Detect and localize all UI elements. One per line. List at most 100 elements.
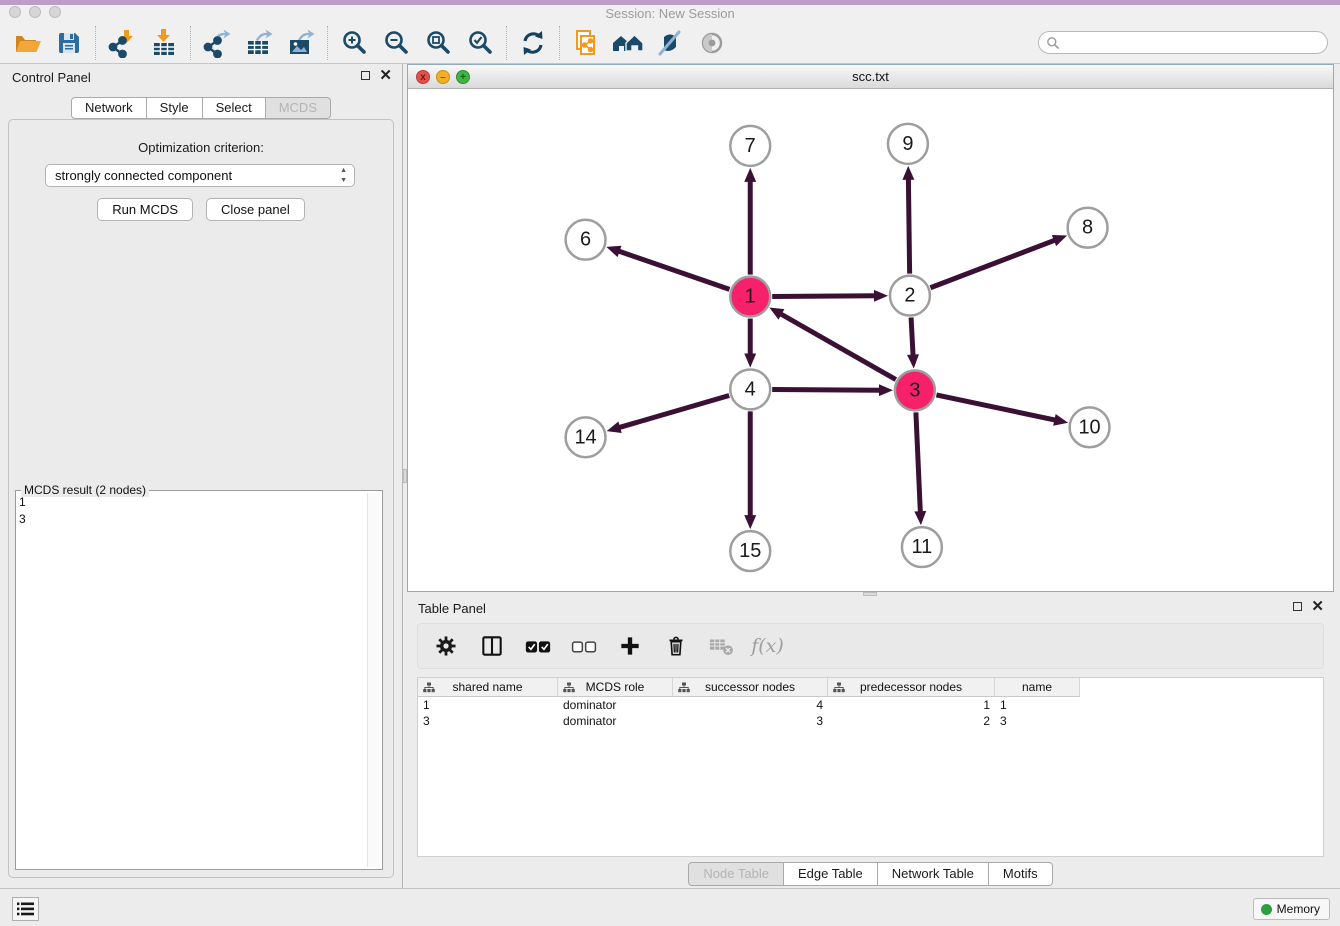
zoom-in-button[interactable] xyxy=(333,24,375,62)
control-panel: Control Panel ✕ NetworkStyleSelectMCDS O… xyxy=(0,64,402,888)
table-cell: dominator xyxy=(558,713,673,729)
select-all-icon xyxy=(524,633,552,659)
node-label-14: 14 xyxy=(574,426,596,448)
close-panel-icon[interactable]: ✕ xyxy=(379,70,392,81)
column-header-mcds-role[interactable]: MCDS role xyxy=(558,678,673,697)
save-session-button[interactable] xyxy=(48,24,90,62)
edge-1-6[interactable] xyxy=(618,251,730,290)
refresh-button[interactable] xyxy=(512,24,554,62)
import-network-button[interactable] xyxy=(101,24,143,62)
edge-arrowhead-4-14 xyxy=(607,422,622,433)
export-image-button[interactable] xyxy=(280,24,322,62)
edge-4-14[interactable] xyxy=(618,396,729,428)
tab-select[interactable]: Select xyxy=(203,97,266,119)
column-header-name[interactable]: name xyxy=(995,678,1080,697)
eye-icon xyxy=(697,28,727,58)
edge-2-9[interactable] xyxy=(908,178,909,274)
window-title: Session: New Session xyxy=(0,5,1340,22)
edge-1-2[interactable] xyxy=(772,296,876,297)
tab-style[interactable]: Style xyxy=(147,97,203,119)
network-graph: 7968124314101511 xyxy=(408,89,1333,591)
list-icon xyxy=(17,902,34,916)
edge-2-3[interactable] xyxy=(911,318,913,357)
result-scrollbar[interactable] xyxy=(367,493,380,867)
close-panel-icon[interactable]: ✕ xyxy=(1311,601,1324,612)
zoom-selected-button[interactable] xyxy=(459,24,501,62)
toolbar-separator xyxy=(559,26,560,60)
frame-maximize-button[interactable]: + xyxy=(456,70,470,84)
import-network-icon xyxy=(107,28,137,58)
mcds-result-text[interactable]: 13 xyxy=(19,494,366,867)
deselect-all-button[interactable] xyxy=(565,627,602,665)
home-button[interactable] xyxy=(607,24,649,62)
table-cell: 1 xyxy=(995,697,1080,713)
run-mcds-button[interactable]: Run MCDS xyxy=(97,198,193,221)
float-panel-icon[interactable] xyxy=(361,71,370,80)
dropdown-arrows-icon: ▲▼ xyxy=(340,166,347,186)
open-session-button[interactable] xyxy=(6,24,48,62)
column-header-predecessor-nodes[interactable]: predecessor nodes xyxy=(828,678,995,697)
edge-arrowhead-1-7 xyxy=(744,168,756,182)
delete-table-icon xyxy=(708,633,736,659)
splitter-grip[interactable] xyxy=(863,592,877,596)
edge-4-3[interactable] xyxy=(772,390,881,391)
splitter-grip[interactable] xyxy=(403,469,407,483)
table-tab-node-table[interactable]: Node Table xyxy=(688,862,784,886)
select-all-button[interactable] xyxy=(519,627,556,665)
zoom-out-button[interactable] xyxy=(375,24,417,62)
frame-minimize-button[interactable]: – xyxy=(436,70,450,84)
memory-button[interactable]: Memory xyxy=(1253,898,1330,920)
column-settings-button[interactable] xyxy=(427,627,464,665)
frame-close-button[interactable]: x xyxy=(416,70,430,84)
table-tab-motifs[interactable]: Motifs xyxy=(989,862,1053,886)
table-cell: 4 xyxy=(673,697,828,713)
node-label-3: 3 xyxy=(909,379,920,401)
delete-table-button[interactable] xyxy=(703,627,740,665)
close-panel-button[interactable]: Close panel xyxy=(206,198,305,221)
titlebar: Session: New Session xyxy=(0,5,1340,22)
table-cell: 3 xyxy=(995,713,1080,729)
home-icon xyxy=(611,28,645,58)
zoom-fit-button[interactable] xyxy=(417,24,459,62)
table-tab-network-table[interactable]: Network Table xyxy=(878,862,989,886)
mcds-result-line: 3 xyxy=(19,511,366,528)
node-label-15: 15 xyxy=(739,540,761,562)
task-history-button[interactable] xyxy=(12,897,39,921)
table-tab-edge-table[interactable]: Edge Table xyxy=(784,862,878,886)
trash-icon xyxy=(663,633,689,659)
network-frame-titlebar[interactable]: x – + scc.txt xyxy=(408,65,1333,89)
style-brush-button[interactable] xyxy=(649,24,691,62)
optimization-criterion-label: Optimization criterion: xyxy=(9,140,393,155)
tab-network[interactable]: Network xyxy=(71,97,147,119)
table-row[interactable]: 1dominator411 xyxy=(418,697,1323,713)
duplicate-network-button[interactable] xyxy=(565,24,607,62)
search-field[interactable] xyxy=(1038,31,1328,54)
add-row-button[interactable] xyxy=(611,627,648,665)
criterion-dropdown[interactable]: strongly connected component ▲▼ xyxy=(45,164,355,187)
function-builder-button[interactable]: f(x) xyxy=(749,627,786,665)
refresh-icon xyxy=(518,28,548,58)
table-row[interactable]: 3dominator323 xyxy=(418,713,1323,729)
edge-arrowhead-4-15 xyxy=(744,515,756,529)
toggle-visibility-button[interactable] xyxy=(691,24,733,62)
table-body: 1dominator4113dominator323 xyxy=(418,697,1323,729)
status-bar: Memory xyxy=(0,888,1340,926)
column-header-successor-nodes[interactable]: successor nodes xyxy=(673,678,828,697)
network-canvas[interactable]: 7968124314101511 xyxy=(408,89,1333,591)
split-view-button[interactable] xyxy=(473,627,510,665)
edge-3-10[interactable] xyxy=(936,395,1056,420)
float-panel-icon[interactable] xyxy=(1293,602,1302,611)
tab-mcds[interactable]: MCDS xyxy=(266,97,331,119)
search-input[interactable] xyxy=(1060,36,1327,50)
column-header-shared-name[interactable]: shared name xyxy=(418,678,558,697)
column-type-icon xyxy=(678,682,690,693)
export-network-button[interactable] xyxy=(196,24,238,62)
node-label-9: 9 xyxy=(902,133,913,155)
edge-2-8[interactable] xyxy=(930,240,1055,288)
edge-3-1[interactable] xyxy=(780,313,896,379)
edge-3-11[interactable] xyxy=(916,412,920,513)
export-table-button[interactable] xyxy=(238,24,280,62)
delete-row-button[interactable] xyxy=(657,627,694,665)
import-table-button[interactable] xyxy=(143,24,185,62)
toolbar-separator xyxy=(327,26,328,60)
